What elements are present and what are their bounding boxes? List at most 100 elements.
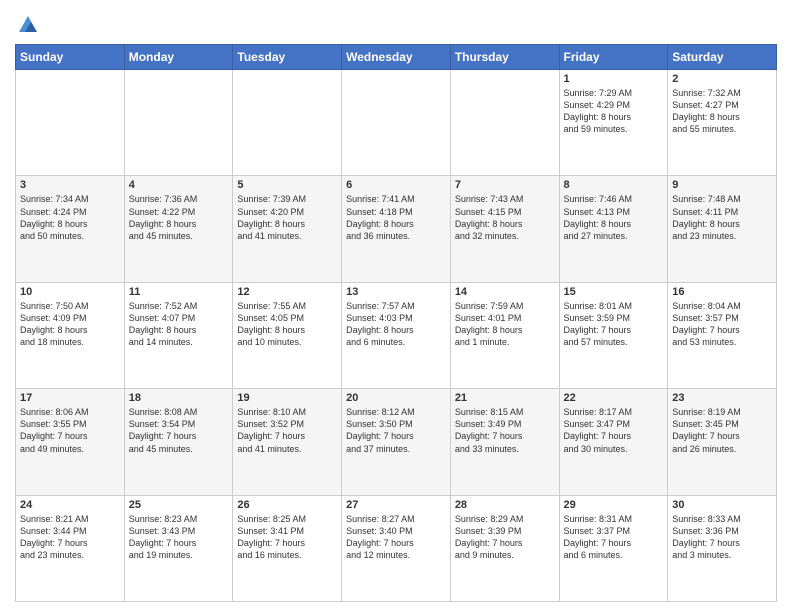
day-info: Sunrise: 8:29 AM Sunset: 3:39 PM Dayligh…: [455, 513, 555, 562]
calendar-week-2: 3 Sunrise: 7:34 AM Sunset: 4:24 PM Daylig…: [16, 176, 777, 282]
calendar-cell: 19 Sunrise: 8:10 AM Sunset: 3:52 PM Dayli…: [233, 389, 342, 495]
logo: [15, 14, 39, 36]
calendar-cell: 17 Sunrise: 8:06 AM Sunset: 3:55 PM Dayli…: [16, 389, 125, 495]
weekday-header-saturday: Saturday: [668, 45, 777, 70]
day-info: Sunrise: 7:41 AM Sunset: 4:18 PM Dayligh…: [346, 193, 446, 242]
weekday-header-friday: Friday: [559, 45, 668, 70]
day-info: Sunrise: 7:39 AM Sunset: 4:20 PM Dayligh…: [237, 193, 337, 242]
calendar-cell: 30 Sunrise: 8:33 AM Sunset: 3:36 PM Dayli…: [668, 495, 777, 601]
day-info: Sunrise: 7:48 AM Sunset: 4:11 PM Dayligh…: [672, 193, 772, 242]
calendar-cell: 3 Sunrise: 7:34 AM Sunset: 4:24 PM Daylig…: [16, 176, 125, 282]
calendar-cell: 23 Sunrise: 8:19 AM Sunset: 3:45 PM Dayli…: [668, 389, 777, 495]
day-info: Sunrise: 8:10 AM Sunset: 3:52 PM Dayligh…: [237, 406, 337, 455]
day-number: 23: [672, 392, 772, 404]
calendar-cell: 9 Sunrise: 7:48 AM Sunset: 4:11 PM Daylig…: [668, 176, 777, 282]
calendar-cell: [124, 70, 233, 176]
calendar-cell: 7Sunrise: 7:43 AM Sunset: 4:15 PM Daylig…: [450, 176, 559, 282]
day-number: 3: [20, 179, 120, 191]
day-number: 5: [237, 179, 337, 191]
day-info: Sunrise: 7:36 AM Sunset: 4:22 PM Dayligh…: [129, 193, 229, 242]
day-number: 25: [129, 499, 229, 511]
day-info: Sunrise: 7:59 AM Sunset: 4:01 PM Dayligh…: [455, 300, 555, 349]
calendar-cell: 16Sunrise: 8:04 AM Sunset: 3:57 PM Dayli…: [668, 282, 777, 388]
day-number: 10: [20, 286, 120, 298]
calendar-cell: 11 Sunrise: 7:52 AM Sunset: 4:07 PM Dayli…: [124, 282, 233, 388]
weekday-header-sunday: Sunday: [16, 45, 125, 70]
calendar-cell: 5 Sunrise: 7:39 AM Sunset: 4:20 PM Daylig…: [233, 176, 342, 282]
calendar-cell: 1Sunrise: 7:29 AM Sunset: 4:29 PM Daylig…: [559, 70, 668, 176]
day-number: 29: [564, 499, 664, 511]
day-number: 14: [455, 286, 555, 298]
calendar-cell: 27 Sunrise: 8:27 AM Sunset: 3:40 PM Dayli…: [342, 495, 451, 601]
calendar-cell: 10 Sunrise: 7:50 AM Sunset: 4:09 PM Dayli…: [16, 282, 125, 388]
day-info: Sunrise: 8:33 AM Sunset: 3:36 PM Dayligh…: [672, 513, 772, 562]
calendar-cell: 14 Sunrise: 7:59 AM Sunset: 4:01 PM Dayli…: [450, 282, 559, 388]
day-number: 24: [20, 499, 120, 511]
calendar-cell: 25 Sunrise: 8:23 AM Sunset: 3:43 PM Dayli…: [124, 495, 233, 601]
calendar-cell: 13 Sunrise: 7:57 AM Sunset: 4:03 PM Dayli…: [342, 282, 451, 388]
day-number: 6: [346, 179, 446, 191]
day-number: 11: [129, 286, 229, 298]
calendar-week-1: 1Sunrise: 7:29 AM Sunset: 4:29 PM Daylig…: [16, 70, 777, 176]
calendar-cell: 20 Sunrise: 8:12 AM Sunset: 3:50 PM Dayli…: [342, 389, 451, 495]
weekday-header-row: SundayMondayTuesdayWednesdayThursdayFrid…: [16, 45, 777, 70]
weekday-header-monday: Monday: [124, 45, 233, 70]
day-info: Sunrise: 7:43 AM Sunset: 4:15 PM Dayligh…: [455, 193, 555, 242]
day-info: Sunrise: 8:06 AM Sunset: 3:55 PM Dayligh…: [20, 406, 120, 455]
calendar-cell: [16, 70, 125, 176]
day-number: 4: [129, 179, 229, 191]
weekday-header-tuesday: Tuesday: [233, 45, 342, 70]
day-info: Sunrise: 8:08 AM Sunset: 3:54 PM Dayligh…: [129, 406, 229, 455]
day-number: 9: [672, 179, 772, 191]
day-info: Sunrise: 8:27 AM Sunset: 3:40 PM Dayligh…: [346, 513, 446, 562]
day-number: 21: [455, 392, 555, 404]
day-number: 20: [346, 392, 446, 404]
day-info: Sunrise: 8:12 AM Sunset: 3:50 PM Dayligh…: [346, 406, 446, 455]
calendar-cell: [342, 70, 451, 176]
day-info: Sunrise: 8:15 AM Sunset: 3:49 PM Dayligh…: [455, 406, 555, 455]
calendar-cell: 29Sunrise: 8:31 AM Sunset: 3:37 PM Dayli…: [559, 495, 668, 601]
day-info: Sunrise: 7:34 AM Sunset: 4:24 PM Dayligh…: [20, 193, 120, 242]
day-number: 13: [346, 286, 446, 298]
day-number: 8: [564, 179, 664, 191]
logo-icon: [17, 14, 39, 36]
calendar-table: SundayMondayTuesdayWednesdayThursdayFrid…: [15, 44, 777, 602]
day-info: Sunrise: 7:52 AM Sunset: 4:07 PM Dayligh…: [129, 300, 229, 349]
day-number: 22: [564, 392, 664, 404]
calendar-cell: 28Sunrise: 8:29 AM Sunset: 3:39 PM Dayli…: [450, 495, 559, 601]
day-info: Sunrise: 8:25 AM Sunset: 3:41 PM Dayligh…: [237, 513, 337, 562]
day-number: 17: [20, 392, 120, 404]
day-number: 19: [237, 392, 337, 404]
day-number: 15: [564, 286, 664, 298]
calendar-cell: 21 Sunrise: 8:15 AM Sunset: 3:49 PM Dayli…: [450, 389, 559, 495]
calendar-cell: 22 Sunrise: 8:17 AM Sunset: 3:47 PM Dayli…: [559, 389, 668, 495]
day-number: 1: [564, 73, 664, 85]
day-number: 16: [672, 286, 772, 298]
day-info: Sunrise: 8:17 AM Sunset: 3:47 PM Dayligh…: [564, 406, 664, 455]
day-number: 27: [346, 499, 446, 511]
day-info: Sunrise: 8:19 AM Sunset: 3:45 PM Dayligh…: [672, 406, 772, 455]
calendar-cell: 6 Sunrise: 7:41 AM Sunset: 4:18 PM Daylig…: [342, 176, 451, 282]
day-info: Sunrise: 8:21 AM Sunset: 3:44 PM Dayligh…: [20, 513, 120, 562]
calendar-cell: 18 Sunrise: 8:08 AM Sunset: 3:54 PM Dayli…: [124, 389, 233, 495]
day-info: Sunrise: 7:50 AM Sunset: 4:09 PM Dayligh…: [20, 300, 120, 349]
calendar-week-5: 24 Sunrise: 8:21 AM Sunset: 3:44 PM Dayli…: [16, 495, 777, 601]
day-number: 2: [672, 73, 772, 85]
calendar-cell: 15 Sunrise: 8:01 AM Sunset: 3:59 PM Dayli…: [559, 282, 668, 388]
day-number: 12: [237, 286, 337, 298]
calendar-cell: 26Sunrise: 8:25 AM Sunset: 3:41 PM Dayli…: [233, 495, 342, 601]
calendar-week-4: 17 Sunrise: 8:06 AM Sunset: 3:55 PM Dayli…: [16, 389, 777, 495]
day-info: Sunrise: 7:55 AM Sunset: 4:05 PM Dayligh…: [237, 300, 337, 349]
calendar-cell: [450, 70, 559, 176]
calendar-cell: 2Sunrise: 7:32 AM Sunset: 4:27 PM Daylig…: [668, 70, 777, 176]
day-info: Sunrise: 8:23 AM Sunset: 3:43 PM Dayligh…: [129, 513, 229, 562]
day-info: Sunrise: 7:57 AM Sunset: 4:03 PM Dayligh…: [346, 300, 446, 349]
calendar-cell: [233, 70, 342, 176]
weekday-header-wednesday: Wednesday: [342, 45, 451, 70]
day-number: 18: [129, 392, 229, 404]
day-number: 30: [672, 499, 772, 511]
page: SundayMondayTuesdayWednesdayThursdayFrid…: [0, 0, 792, 612]
calendar-cell: 12 Sunrise: 7:55 AM Sunset: 4:05 PM Dayli…: [233, 282, 342, 388]
day-info: Sunrise: 8:01 AM Sunset: 3:59 PM Dayligh…: [564, 300, 664, 349]
calendar-cell: 4 Sunrise: 7:36 AM Sunset: 4:22 PM Daylig…: [124, 176, 233, 282]
